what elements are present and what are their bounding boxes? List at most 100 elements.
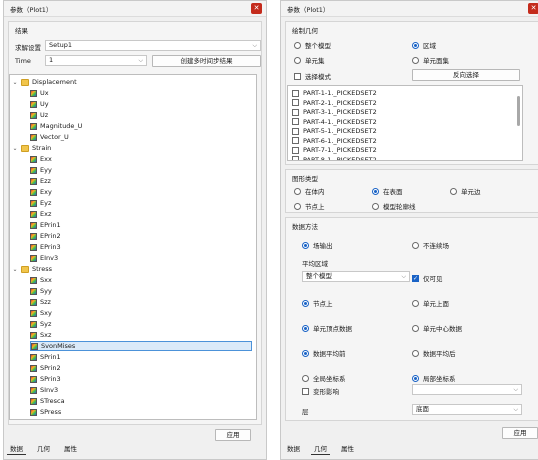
checkbox-label: 选择模式 xyxy=(305,73,331,81)
folder-icon xyxy=(21,78,29,86)
invert-selection-button[interactable]: 反向选择 xyxy=(412,69,520,81)
layer-select[interactable]: 底面 ⌵ xyxy=(412,404,522,415)
close-icon[interactable]: ✕ xyxy=(251,3,262,14)
tree-result-node[interactable]: SPrin2 xyxy=(30,363,61,373)
checkbox-box xyxy=(294,72,301,80)
tree-result-node[interactable]: Eyz xyxy=(30,198,51,208)
radio-element-edge[interactable]: 单元边 xyxy=(450,186,481,196)
scrollbar-thumb[interactable] xyxy=(517,96,520,126)
tree-folder-node[interactable]: ⌄ Strain xyxy=(12,143,51,153)
set-list-item[interactable]: PART-2-1._PICKEDSET2 xyxy=(292,99,377,107)
set-list-item[interactable]: PART-5-1._PICKEDSET2 xyxy=(292,127,377,135)
set-list-item[interactable]: PART-4-1._PICKEDSET2 xyxy=(292,118,377,126)
radio-global-cs[interactable]: 全局坐标系 xyxy=(302,373,346,383)
tree-result-node[interactable]: Exy xyxy=(30,187,52,197)
tab-properties[interactable]: 属性 xyxy=(61,442,80,455)
checkbox-select-mode[interactable]: 选择模式 xyxy=(294,71,331,81)
radio-element-node-data[interactable]: 单元顶点数据 xyxy=(302,323,352,333)
radio-label: 局部坐标系 xyxy=(423,375,456,383)
tree-result-node[interactable]: EPrin2 xyxy=(30,231,61,241)
result-contour-icon xyxy=(30,111,37,119)
tab-geometry[interactable]: 几何 xyxy=(311,442,330,455)
tree-result-node[interactable]: SInv3 xyxy=(30,385,58,395)
solve-setting-select[interactable]: Setup1 ⌵ xyxy=(45,40,261,51)
radio-discontinuous-field[interactable]: 不连续场 xyxy=(412,240,449,250)
tree-result-node[interactable]: STresca xyxy=(30,396,65,406)
tree-result-node[interactable]: Sxy xyxy=(30,308,52,318)
radio-field-output[interactable]: 场输出 xyxy=(302,240,333,250)
tree-result-node[interactable]: SPrin1 xyxy=(30,352,61,362)
tab-geometry[interactable]: 几何 xyxy=(34,442,53,455)
expand-chevron-icon[interactable]: ⌄ xyxy=(12,145,18,152)
tab-data[interactable]: 数据 xyxy=(7,442,26,455)
tree-node-label: Ux xyxy=(40,89,49,97)
tree-result-node[interactable]: EPrin1 xyxy=(30,220,61,230)
radio-dot xyxy=(294,187,301,195)
radio-node[interactable]: 节点上 xyxy=(302,298,333,308)
tree-result-node[interactable]: Eyy xyxy=(30,165,52,175)
radio-before-average[interactable]: 数据平均前 xyxy=(302,348,346,358)
checkbox-visible-only[interactable]: ✓ 仅可见 xyxy=(412,273,443,283)
radio-whole-model[interactable]: 整个模型 xyxy=(294,40,331,50)
tree-result-node[interactable]: Syz xyxy=(30,319,51,329)
solve-setting-label: 求解设置 xyxy=(15,44,41,52)
tree-folder-node[interactable]: ⌄ Displacement xyxy=(12,77,76,87)
tree-result-node[interactable]: Syy xyxy=(30,286,52,296)
tab-properties[interactable]: 属性 xyxy=(338,442,357,455)
radio-inside[interactable]: 在体内 xyxy=(294,186,325,196)
expand-chevron-icon[interactable]: ⌄ xyxy=(12,266,18,273)
tree-result-node[interactable]: Uy xyxy=(30,99,49,109)
layer-value: 底面 xyxy=(416,405,429,413)
tree-folder-node[interactable]: ⌄ Stress xyxy=(12,264,52,274)
radio-element-set[interactable]: 单元集 xyxy=(294,55,325,65)
set-list-item[interactable]: PART-1-1._PICKEDSET2 xyxy=(292,89,377,97)
result-contour-icon xyxy=(30,408,37,416)
radio-label: 单元面集 xyxy=(423,57,449,65)
tree-result-node[interactable]: Ezz xyxy=(30,176,51,186)
tree-result-node[interactable]: EPrin3 xyxy=(30,242,61,252)
radio-on-surface[interactable]: 在表面 xyxy=(372,186,403,196)
tab-data[interactable]: 数据 xyxy=(284,442,303,455)
apply-button[interactable]: 应用 xyxy=(215,429,251,441)
results-tree[interactable]: ⌄ Displacement Ux Uy Uz Magnitude_U Vector_U ⌄ S… xyxy=(9,74,257,420)
tree-result-node[interactable]: SvonMises xyxy=(30,341,252,351)
tree-result-node[interactable]: Szz xyxy=(30,297,51,307)
tree-result-node[interactable]: Ux xyxy=(30,88,49,98)
radio-model-outline[interactable]: 模型轮廓线 xyxy=(372,201,416,211)
tree-result-node[interactable]: SPrin3 xyxy=(30,374,61,384)
time-select[interactable]: 1 ⌵ xyxy=(45,55,147,66)
set-list-item[interactable]: PART-3-1._PICKEDSET2 xyxy=(292,108,377,116)
tree-result-node[interactable]: Vector_U xyxy=(30,132,69,142)
radio-element-face[interactable]: 单元上面 xyxy=(412,298,449,308)
set-list-item[interactable]: PART-8-1._PICKEDSET2 xyxy=(292,156,377,160)
radio-local-cs[interactable]: 局部坐标系 xyxy=(412,373,456,383)
average-region-select[interactable]: 整个模型 ⌵ xyxy=(302,271,410,282)
close-icon[interactable]: ✕ xyxy=(528,3,538,14)
tree-result-node[interactable]: Exx xyxy=(30,154,52,164)
window-titlebar[interactable]: 参数（Plot1） ✕ xyxy=(4,1,266,17)
radio-after-average[interactable]: 数据平均后 xyxy=(412,348,456,358)
tree-result-node[interactable]: SPress xyxy=(30,407,61,417)
window-titlebar[interactable]: 参数（Plot1） ✕ xyxy=(281,1,538,17)
tree-result-node[interactable]: Exz xyxy=(30,209,51,219)
apply-button[interactable]: 应用 xyxy=(502,427,538,439)
listbox-scrollbar[interactable] xyxy=(516,88,521,160)
tree-node-label: Syy xyxy=(40,287,52,295)
tree-result-node[interactable]: Uz xyxy=(30,110,48,120)
deform-select[interactable]: ⌵ xyxy=(412,384,522,395)
create-multi-step-button[interactable]: 创建多时间步结果 xyxy=(152,55,261,67)
expand-chevron-icon[interactable]: ⌄ xyxy=(12,79,18,86)
tree-result-node[interactable]: EInv3 xyxy=(30,253,58,263)
set-list-item[interactable]: PART-7-1._PICKEDSET2 xyxy=(292,146,377,154)
radio-region[interactable]: 区域 xyxy=(412,40,436,50)
tree-node-label: Strain xyxy=(32,144,52,152)
radio-element-center-data[interactable]: 单元中心数据 xyxy=(412,323,462,333)
radio-on-node[interactable]: 节点上 xyxy=(294,201,325,211)
checkbox-deform[interactable]: 变形影响 xyxy=(302,386,339,396)
tree-result-node[interactable]: Sxz xyxy=(30,330,51,340)
radio-element-surface-set[interactable]: 单元面集 xyxy=(412,55,449,65)
tree-result-node[interactable]: Sxx xyxy=(30,275,52,285)
set-list-item[interactable]: PART-6-1._PICKEDSET2 xyxy=(292,137,377,145)
tree-result-node[interactable]: Magnitude_U xyxy=(30,121,82,131)
set-listbox[interactable]: PART-1-1._PICKEDSET2 PART-2-1._PICKEDSET2… xyxy=(287,85,523,161)
